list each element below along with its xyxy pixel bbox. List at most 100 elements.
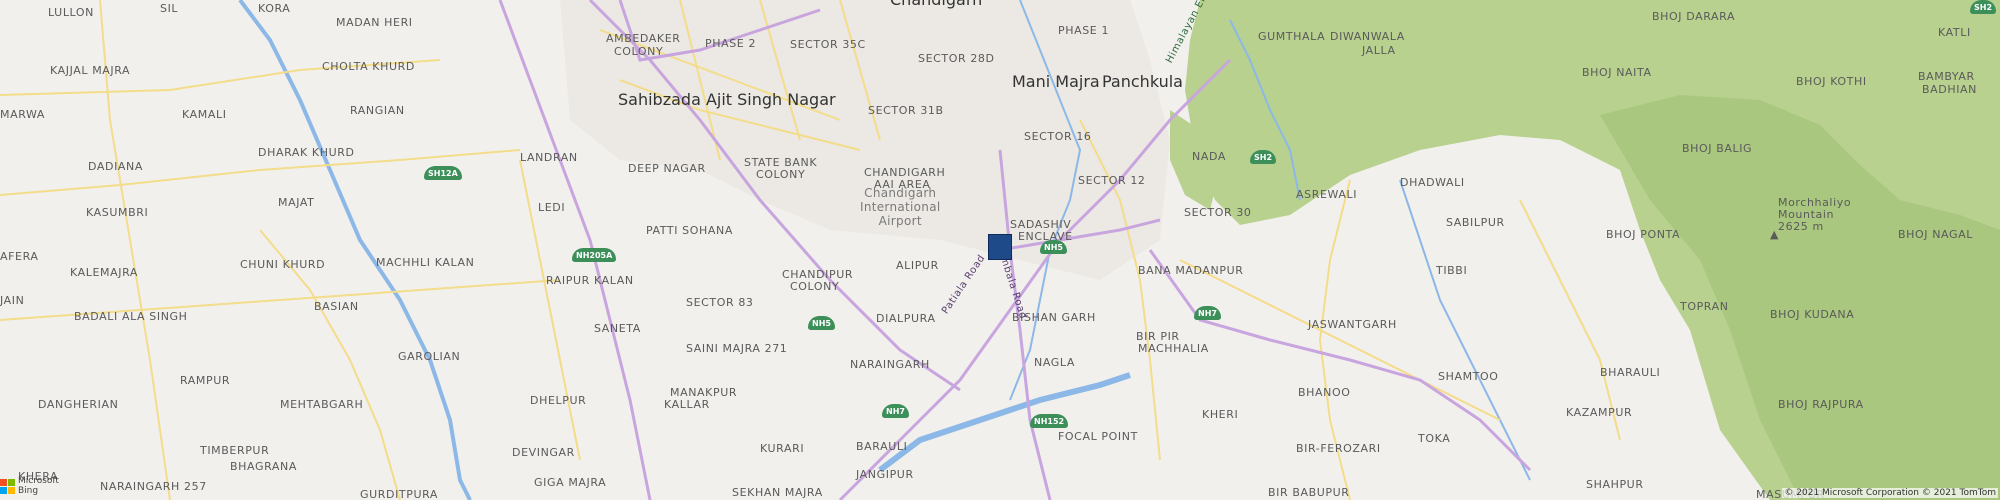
place-label: JAIN	[0, 294, 25, 307]
place-label: SECTOR 16	[1024, 130, 1092, 143]
place-label: GUMTHALA	[1258, 30, 1326, 43]
highway-shield: SH12A	[424, 166, 462, 180]
place-label: KAZAMPUR	[1566, 406, 1633, 419]
place-label: DIWANWALA	[1330, 30, 1405, 43]
place-label: DEEP NAGAR	[628, 162, 706, 175]
highway-shield: SH2	[1970, 0, 1997, 14]
place-label: BASIAN	[314, 300, 359, 313]
place-label: NARAINGARH 257	[100, 480, 207, 493]
place-label: KHERI	[1202, 408, 1239, 421]
place-label: TIBBI	[1436, 264, 1468, 277]
place-label: BAMBYAR	[1918, 70, 1975, 83]
place-label: AAI AREA	[874, 178, 931, 191]
place-label: MACHHLI KALAN	[376, 256, 475, 269]
place-label: SHAMTOO	[1438, 370, 1499, 383]
place-label: MEHTABGARH	[280, 398, 364, 411]
place-label: LANDRAN	[520, 151, 578, 164]
place-label: BARAULI	[856, 440, 908, 453]
location-marker-icon[interactable]	[988, 234, 1012, 260]
place-label: GURDITPURA	[360, 488, 439, 500]
place-label: KALEMAJRA	[70, 266, 139, 279]
place-label: COLONY	[790, 280, 840, 293]
place-label: SEKHAN MAJRA	[732, 486, 823, 499]
place-label: SECTOR 35C	[790, 38, 866, 51]
place-label: TIMBERPUR	[200, 444, 270, 457]
place-label: BADHIAN	[1922, 83, 1978, 96]
place-label: RAIPUR KALAN	[546, 274, 634, 287]
highway-shield: SH2	[1250, 150, 1277, 164]
place-label: DIALPURA	[876, 312, 936, 325]
place-label: RANGIAN	[350, 104, 405, 117]
place-label: BHARAULI	[1600, 366, 1661, 379]
place-label: SECTOR 28D	[918, 52, 995, 65]
place-label: SECTOR 30	[1184, 206, 1252, 219]
place-label: GIGA MAJRA	[534, 476, 607, 489]
place-label: NADA	[1192, 150, 1226, 163]
place-label: COLONY	[614, 45, 664, 58]
place-label: BHOJ KUDANA	[1770, 308, 1855, 321]
place-label: PATTI SOHANA	[646, 224, 733, 237]
place-label: BHANOO	[1298, 386, 1351, 399]
place-label: KATLI	[1938, 26, 1971, 39]
place-label: SANETA	[594, 322, 641, 335]
place-label: KALLAR	[664, 398, 710, 411]
place-label: ASREWALI	[1296, 188, 1358, 201]
airport-label: Chandigarh International Airport	[860, 186, 941, 228]
place-label: KASUMBRI	[86, 206, 149, 219]
place-label: AMBEDAKER	[606, 32, 681, 45]
place-label: BHOJ RAJPURA	[1778, 398, 1864, 411]
place-label: BHAGRANA	[230, 460, 297, 473]
place-label: SIL	[160, 2, 179, 15]
highway-shield: NH205A	[572, 248, 617, 262]
place-label: COLONY	[756, 168, 806, 181]
place-label: NARAINGARH	[850, 358, 930, 371]
place-label: KORA	[258, 2, 291, 15]
place-label: BHOJ KOTHI	[1796, 75, 1867, 88]
place-label: BHOJ BALIG	[1682, 142, 1753, 155]
place-label: SECTOR 12	[1078, 174, 1146, 187]
place-label: JASWANTGARH	[1308, 318, 1397, 331]
place-label: NAGLA	[1034, 356, 1075, 369]
place-label: SAINI MAJRA 271	[686, 342, 788, 355]
highway-shield: NH7	[1194, 306, 1221, 320]
place-label: DHELPUR	[530, 394, 587, 407]
place-label: BIR BABUPUR	[1268, 486, 1350, 499]
highway-shield: NH152	[1030, 414, 1069, 428]
place-label: SABILPUR	[1446, 216, 1505, 229]
place-label: BANA MADANPUR	[1138, 264, 1244, 277]
place-label: TOPRAN	[1680, 300, 1729, 313]
city-label-chandigarh: Chandigarh	[890, 0, 982, 9]
place-label: KAMALI	[182, 108, 227, 121]
place-label: PHASE 2	[705, 37, 757, 50]
highway-shield: NH7	[882, 404, 909, 418]
copyright-notice: © 2021 Microsoft Corporation © 2021 TomT…	[1782, 488, 1998, 498]
airport-line-3: Airport	[878, 214, 922, 228]
place-label: DHARAK KHURD	[258, 146, 355, 159]
place-label: SHAHPUR	[1586, 478, 1644, 491]
place-label: JALLA	[1362, 44, 1396, 57]
map-canvas[interactable]: Sahibzada Ajit Singh Nagar Mani Majra Pa…	[0, 0, 2000, 500]
bing-logo: Microsoft Bing	[0, 476, 59, 496]
place-label: RAMPUR	[180, 374, 231, 387]
place-label: SECTOR 83	[686, 296, 754, 309]
highway-shield: NH5	[1040, 240, 1067, 254]
microsoft-logo-icon	[0, 478, 15, 494]
place-label: TOKA	[1418, 432, 1451, 445]
place-label: CHUNI KHURD	[240, 258, 326, 271]
place-label: BHOJ NAITA	[1582, 66, 1652, 79]
place-label: MACHHALIA	[1138, 342, 1209, 355]
logo-line-1: Microsoft	[18, 476, 59, 486]
place-label: BHOJ DARARA	[1652, 10, 1736, 23]
place-label: DHADWALI	[1400, 176, 1465, 189]
place-label: BHOJ NAGAL	[1898, 228, 1973, 241]
city-label-mani-majra: Mani Majra	[1012, 72, 1100, 91]
city-label-sahibzada: Sahibzada Ajit Singh Nagar	[618, 90, 836, 109]
place-label: KURARI	[760, 442, 805, 455]
place-label: KAJJAL MAJRA	[50, 64, 131, 77]
place-label: DEVINGAR	[512, 446, 575, 459]
place-label: BIR-FEROZARI	[1296, 442, 1381, 455]
airport-line-2: International	[860, 200, 941, 214]
place-label: DADIANA	[88, 160, 143, 173]
city-label-panchkula: Panchkula	[1102, 72, 1183, 91]
place-label: PHASE 1	[1058, 24, 1110, 37]
